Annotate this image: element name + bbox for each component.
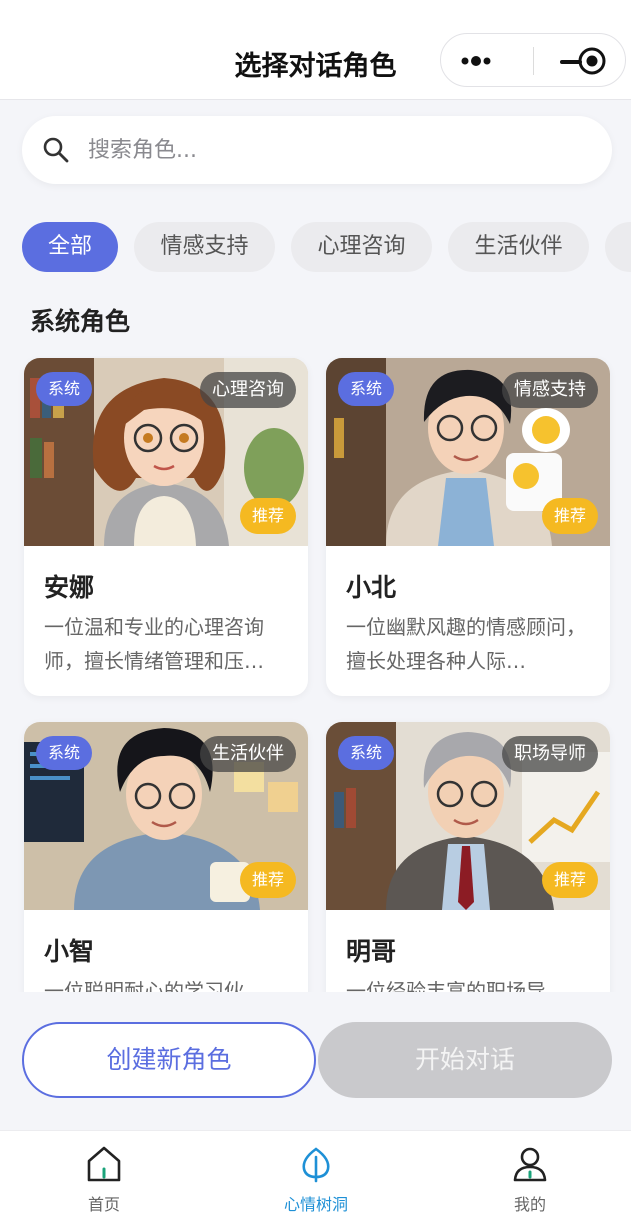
person-icon <box>512 1145 548 1183</box>
role-name: 安娜 <box>44 573 95 602</box>
recommend-badge: 推荐 <box>541 862 598 898</box>
chip-counseling[interactable]: 心理咨询 <box>291 222 432 272</box>
role-name: 明哥 <box>346 937 397 966</box>
system-badge: 系统 <box>36 736 93 770</box>
role-description: 一位温和专业的心理咨询师，擅长情绪管理和压… <box>44 615 264 673</box>
target-circle-icon[interactable] <box>577 46 607 76</box>
recommend-badge: 推荐 <box>541 498 598 534</box>
tab-label: 我的 <box>513 1195 546 1214</box>
tab-label: 首页 <box>87 1195 120 1214</box>
recommend-badge: 推荐 <box>239 498 296 534</box>
home-icon <box>86 1145 122 1183</box>
recommend-badge: 推荐 <box>239 862 296 898</box>
bottom-tab-bar: 首页 心情树洞 我的 <box>0 1130 631 1216</box>
tab-mood-tree-hole[interactable]: 心情树洞 <box>246 1131 386 1216</box>
tab-home[interactable]: 首页 <box>34 1131 174 1216</box>
role-description: 一位幽默风趣的情感顾问，擅长处理各种人际… <box>346 615 586 673</box>
role-card-xiaozhi[interactable]: 系统 生活伙伴 推荐 小智 一位聪明耐心的学习伙… <box>24 722 308 992</box>
tab-label: 心情树洞 <box>283 1195 348 1214</box>
role-card-grid: 系统 心理咨询 推荐 安娜 一位温和专业的心理咨询师，擅长情绪管理和压… 系统 … <box>0 356 631 992</box>
bottom-actions: 创建新角色 开始对话 <box>0 1000 631 1130</box>
category-badge: 生活伙伴 <box>200 736 296 772</box>
role-description: 一位聪明耐心的学习伙… <box>44 979 264 992</box>
nav-header: 选择对话角色 <box>0 0 631 100</box>
search-bar <box>22 116 612 184</box>
system-badge: 系统 <box>338 736 395 770</box>
create-role-button[interactable]: 创建新角色 <box>22 1022 316 1098</box>
search-input[interactable] <box>88 130 588 170</box>
role-card-anna[interactable]: 系统 心理咨询 推荐 安娜 一位温和专业的心理咨询师，擅长情绪管理和压… <box>24 358 308 696</box>
search-icon <box>42 136 70 164</box>
chip-emotional-support[interactable]: 情感支持 <box>134 222 275 272</box>
tab-mine[interactable]: 我的 <box>460 1131 600 1216</box>
chip-all[interactable]: 全部 <box>22 222 118 272</box>
more-dots-icon[interactable] <box>459 50 493 72</box>
category-tabs: 全部 情感支持 心理咨询 生活伙伴 <box>0 222 631 274</box>
role-description: 一位经验丰富的职场导… <box>346 979 566 992</box>
system-badge: 系统 <box>36 372 93 406</box>
role-card-xiaobei[interactable]: 系统 情感支持 推荐 小北 一位幽默风趣的情感顾问，擅长处理各种人际… <box>326 358 610 696</box>
chip-overflow[interactable] <box>605 222 631 272</box>
category-badge: 心理咨询 <box>200 372 296 408</box>
category-badge: 职场导师 <box>502 736 598 772</box>
chip-life-partner[interactable]: 生活伙伴 <box>448 222 589 272</box>
section-title: 系统角色 <box>30 307 131 336</box>
start-chat-button[interactable]: 开始对话 <box>318 1022 612 1098</box>
capsule-divider <box>533 47 534 75</box>
role-card-mingge[interactable]: 系统 职场导师 推荐 明哥 一位经验丰富的职场导… <box>326 722 610 992</box>
category-badge: 情感支持 <box>502 372 598 408</box>
mini-program-capsule <box>440 33 626 87</box>
leaf-icon <box>298 1145 334 1183</box>
system-badge: 系统 <box>338 372 395 406</box>
role-name: 小智 <box>44 937 95 966</box>
role-name: 小北 <box>346 573 397 602</box>
